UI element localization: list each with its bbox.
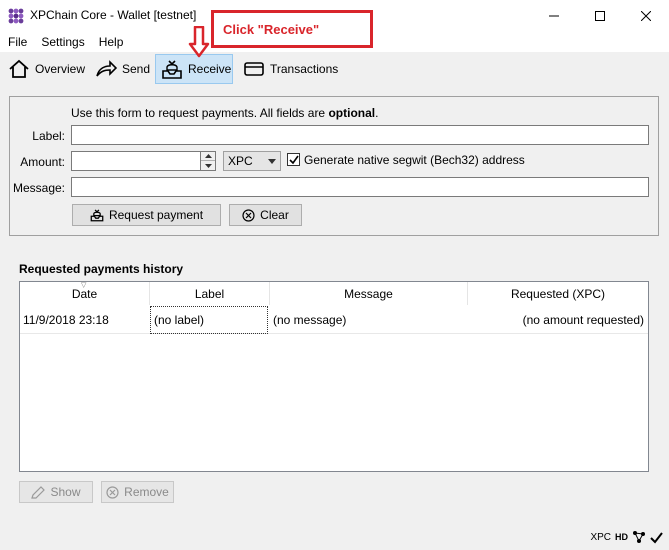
maximize-button[interactable] [577, 0, 623, 32]
down-arrow-icon [188, 26, 210, 58]
table-row[interactable]: 11/9/2018 23:18 (no label) (no message) … [20, 306, 648, 334]
unit-select-value: XPC [228, 154, 253, 168]
cell-date: 11/9/2018 23:18 [23, 313, 109, 327]
send-arrow-icon [96, 60, 117, 77]
spin-up-button[interactable] [201, 152, 215, 161]
unit-select[interactable]: XPC [223, 151, 281, 171]
hd-indicator: HD [615, 532, 628, 542]
tab-transactions-label: Transactions [270, 62, 339, 76]
remove-label: Remove [124, 485, 169, 499]
remove-button[interactable]: Remove [101, 481, 174, 503]
menu-help[interactable]: Help [92, 32, 131, 52]
network-connections-icon[interactable] [632, 530, 646, 544]
status-bar: XPC HD [590, 530, 663, 544]
message-field-label: Message: [12, 181, 65, 195]
payments-table[interactable]: ▽ Date Label Message Requested (XPC) 11/… [19, 281, 649, 472]
tab-overview-label: Overview [35, 62, 86, 76]
credit-card-icon [244, 62, 264, 76]
request-form: Use this form to request payments. All f… [9, 96, 659, 236]
instruction-callout: Click "Receive" [211, 10, 373, 48]
column-header-label-text: Label [194, 286, 225, 301]
maximize-icon [595, 11, 605, 21]
history-title: Requested payments history [19, 262, 184, 276]
show-label: Show [50, 485, 81, 499]
segwit-checkbox[interactable] [287, 153, 300, 166]
column-header-message[interactable]: Message [270, 282, 468, 305]
amount-spinner[interactable] [200, 151, 216, 171]
cell-message: (no message) [273, 313, 347, 327]
column-header-date[interactable]: ▽ Date [20, 282, 150, 305]
sort-indicator-icon: ▽ [81, 282, 87, 289]
receive-inbox-icon [162, 60, 182, 79]
cell-label: (no label) [150, 306, 268, 334]
cell-amount: (no amount requested) [522, 313, 644, 327]
amount-field-label: Amount: [20, 155, 65, 169]
home-icon [9, 59, 29, 78]
form-info-bold: optional [328, 106, 376, 120]
xpchain-logo-icon [8, 8, 24, 24]
column-header-label[interactable]: Label [150, 282, 270, 305]
toolbar: Overview Send Receive Transactions [0, 52, 669, 88]
chevron-down-icon [204, 163, 212, 168]
column-header-amount[interactable]: Requested (XPC) [468, 282, 648, 305]
column-header-message-text: Message [344, 286, 393, 301]
status-unit[interactable]: XPC [590, 532, 611, 543]
close-button[interactable] [623, 0, 669, 32]
label-input[interactable] [71, 125, 649, 145]
clear-circle-x-icon [242, 208, 255, 222]
clear-label: Clear [260, 208, 289, 222]
receive-inbox-icon [90, 209, 104, 222]
chevron-down-icon [268, 158, 276, 164]
close-icon [641, 11, 651, 21]
request-payment-button[interactable]: Request payment [72, 204, 221, 226]
chevron-up-icon [204, 154, 212, 158]
minimize-button[interactable] [531, 0, 577, 32]
form-info-text: Use this form to request payments. All f… [71, 106, 329, 120]
spin-down-button[interactable] [201, 161, 215, 170]
label-field-label: Label: [32, 129, 65, 143]
window-title: XPChain Core - Wallet [testnet] [30, 8, 197, 22]
request-payment-label: Request payment [108, 208, 204, 222]
menu-settings[interactable]: Settings [34, 32, 91, 52]
pencil-icon [31, 485, 46, 499]
column-header-amount-text: Requested (XPC) [510, 286, 606, 301]
sync-checkmark-icon[interactable] [650, 531, 663, 544]
instruction-text: Click "Receive" [223, 22, 320, 37]
tab-send[interactable]: Send [90, 54, 155, 84]
form-info-suffix: . [375, 106, 379, 120]
form-info: Use this form to request payments. All f… [71, 106, 378, 120]
checkmark-icon [288, 155, 299, 164]
segwit-label[interactable]: Generate native segwit (Bech32) address [304, 153, 525, 167]
menu-file[interactable]: File [0, 32, 34, 52]
show-button[interactable]: Show [19, 481, 93, 503]
tab-receive[interactable]: Receive [155, 54, 233, 84]
tab-receive-label: Receive [188, 62, 232, 76]
remove-circle-x-icon [106, 485, 119, 499]
message-input[interactable] [71, 177, 649, 197]
tab-transactions[interactable]: Transactions [238, 54, 343, 84]
minimize-icon [549, 15, 559, 17]
tab-send-label: Send [122, 62, 151, 76]
amount-input[interactable] [71, 151, 201, 171]
tab-overview[interactable]: Overview [3, 54, 90, 84]
clear-button[interactable]: Clear [229, 204, 302, 226]
